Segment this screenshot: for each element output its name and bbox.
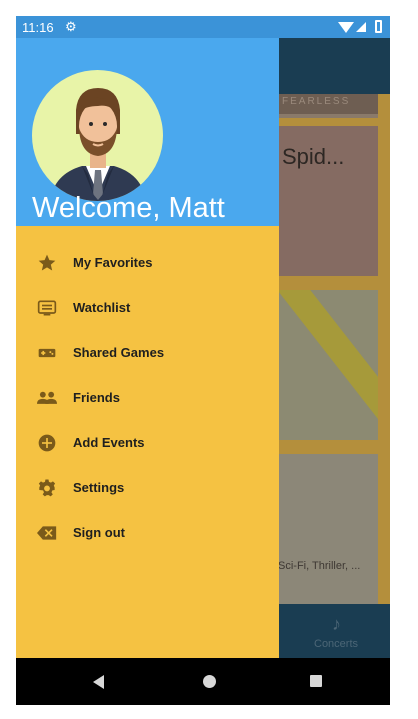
- menu-label: Shared Games: [73, 345, 165, 360]
- gamepad-icon: [36, 342, 58, 364]
- background-card-genre: Sci-Fi, Thriller, ...: [278, 560, 361, 572]
- menu-item-friends[interactable]: Friends: [16, 375, 279, 420]
- system-nav-bar: [16, 658, 390, 705]
- menu-item-watchlist[interactable]: Watchlist: [16, 285, 279, 330]
- gear-icon: ⚙: [65, 19, 77, 34]
- status-bar: 11:16 ⚙: [16, 16, 390, 38]
- drawer-header: Welcome, Matt: [16, 38, 279, 226]
- people-icon: [36, 387, 58, 409]
- home-circle-icon[interactable]: [203, 675, 216, 688]
- menu-item-settings[interactable]: Settings: [16, 465, 279, 510]
- background-card-title: Spid...: [282, 144, 345, 169]
- add-circle-icon: [36, 432, 58, 454]
- background-tab-concerts: Concerts: [314, 638, 359, 650]
- menu-item-my-favorites[interactable]: My Favorites: [16, 240, 279, 285]
- back-triangle-icon[interactable]: [93, 675, 104, 689]
- recents-square-icon[interactable]: [310, 675, 322, 687]
- gear-icon: [36, 477, 58, 499]
- menu-item-shared-games[interactable]: Shared Games: [16, 330, 279, 375]
- music-note-icon: ♪: [332, 614, 341, 634]
- backspace-icon: [36, 522, 58, 544]
- wifi-icon: [338, 22, 354, 33]
- menu-label: Sign out: [73, 525, 125, 540]
- welcome-title: Welcome, Matt: [32, 192, 225, 224]
- menu-label: Watchlist: [73, 300, 131, 315]
- background-card-caption: FEARLESS: [282, 96, 351, 107]
- menu-label: Add Events: [73, 435, 145, 450]
- menu-item-add-events[interactable]: Add Events: [16, 420, 279, 465]
- device-screen: FEARLESS Spid... Sci-Fi, Thriller, ... ♪…: [16, 16, 390, 705]
- menu-label: Friends: [73, 390, 120, 405]
- tv-list-icon: [36, 297, 58, 319]
- menu-item-sign-out[interactable]: Sign out: [16, 510, 279, 555]
- avatar[interactable]: [32, 70, 163, 201]
- drawer-menu: My Favorites Watchlist Shared Games Frie…: [16, 240, 279, 555]
- menu-label: My Favorites: [73, 255, 153, 270]
- battery-icon: [375, 20, 382, 33]
- star-icon: [36, 252, 58, 274]
- status-time: 11:16: [22, 20, 54, 35]
- navigation-drawer: Welcome, Matt My Favorites Watchlist Sha…: [16, 38, 279, 658]
- signal-icon: [356, 22, 366, 32]
- avatar-illustration: [50, 88, 146, 201]
- menu-label: Settings: [73, 480, 125, 495]
